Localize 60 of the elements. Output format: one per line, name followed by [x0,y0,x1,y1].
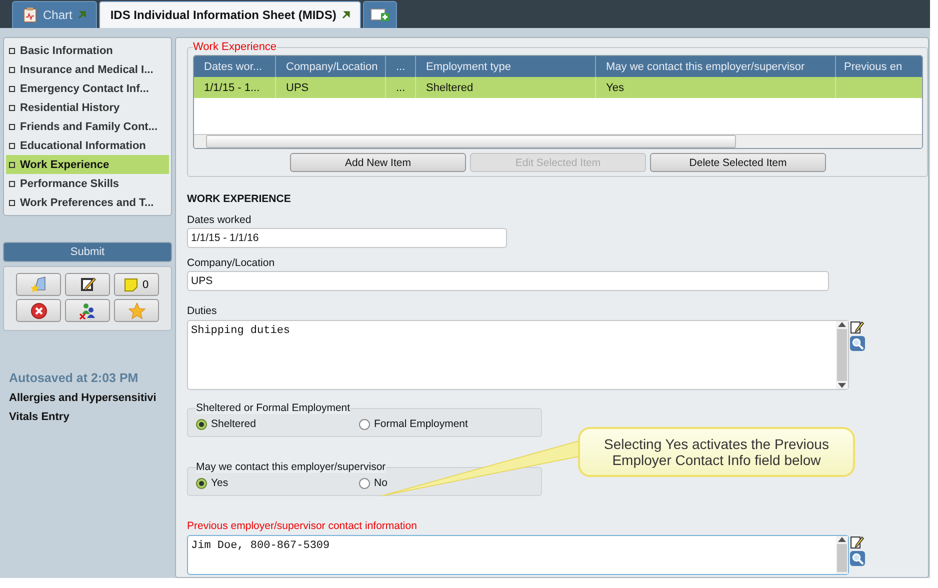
field-label: Duties [187,305,218,317]
clipboard-icon [23,7,37,23]
sidebar-link[interactable]: Vitals Entry [9,411,70,423]
scroll-down-icon[interactable] [837,383,847,389]
scrollbar-thumb[interactable] [837,329,847,381]
autosave-status: Autosaved at 2:03 PM [9,371,140,385]
magnifier-icon[interactable] [850,551,865,566]
edit-button[interactable] [65,273,110,296]
horizontal-scrollbar[interactable] [194,134,922,148]
nav-item[interactable]: Work Preferences and T... [6,193,169,212]
radio-option[interactable]: Yes [188,473,351,493]
field-label: Company/Location [187,257,276,269]
group-legend: May we contact this employer/supervisor [196,461,386,473]
grid-action-button[interactable]: Add New Item [290,153,466,172]
magnifier-icon[interactable] [850,336,865,351]
field-label: Previous employer/supervisor contact information [187,520,418,532]
section-legend: Work Experience [193,41,277,53]
nav-item[interactable]: Work Experience [6,155,169,174]
cancel-button[interactable] [16,299,61,322]
grid-action-button[interactable]: Delete Selected Item [650,153,826,172]
text-area[interactable]: Shipping duties [187,320,849,390]
nav-item[interactable]: Educational Information [6,136,169,155]
nav-item[interactable]: Performance Skills [6,174,169,193]
star-icon [128,302,146,320]
nav-item[interactable]: Basic Information [6,41,169,60]
cancel-icon [30,302,48,320]
people-icon [78,302,96,320]
input-field[interactable]: UPS [187,271,829,291]
bookmark-icon [30,276,48,294]
people-button[interactable] [65,299,110,322]
edit-icon [78,276,96,294]
scroll-up-icon[interactable] [837,321,847,327]
scroll-up-icon[interactable] [837,536,847,542]
input-field[interactable]: 1/1/15 - 1/1/16 [187,228,507,248]
group-legend: Sheltered or Formal Employment [196,402,350,414]
radio-option[interactable]: Formal Employment [351,414,541,434]
tab[interactable]: IDS Individual Information Sheet (MIDS) [99,1,362,28]
grid-row[interactable]: 1/1/15 - 1... UPS ... Sheltered Yes [194,77,922,98]
star-button[interactable] [114,299,159,322]
column-header[interactable]: Previous en [836,56,922,77]
edit-icon[interactable] [850,535,864,549]
scrollbar-thumb[interactable] [837,544,847,572]
new-tab-button[interactable] [363,1,398,28]
text-area[interactable]: Jim Doe, 800-867-5309 [187,535,849,575]
nav-item[interactable]: Emergency Contact Inf... [6,79,169,98]
pin-icon[interactable] [342,11,350,19]
field-label: Dates worked [187,214,252,226]
notes-button[interactable]: 0 [114,273,159,296]
radio-option[interactable]: Sheltered [188,414,351,434]
new-tab-icon [370,7,390,23]
tab[interactable]: Chart [12,1,98,28]
edit-icon[interactable] [850,320,864,334]
sidebar-link[interactable]: Allergies and Hypersensitivi [9,392,156,404]
submit-button[interactable]: Submit [3,242,172,262]
sticky-note-icon [124,278,138,292]
nav-item[interactable]: Friends and Family Cont... [6,117,169,136]
section-heading: WORK EXPERIENCE [187,193,292,205]
callout-note: Selecting Yes activates the Previous Employer Contact Info field below [578,427,855,477]
nav-item[interactable]: Residential History [6,98,169,117]
nav-item[interactable]: Insurance and Medical I... [6,60,169,79]
